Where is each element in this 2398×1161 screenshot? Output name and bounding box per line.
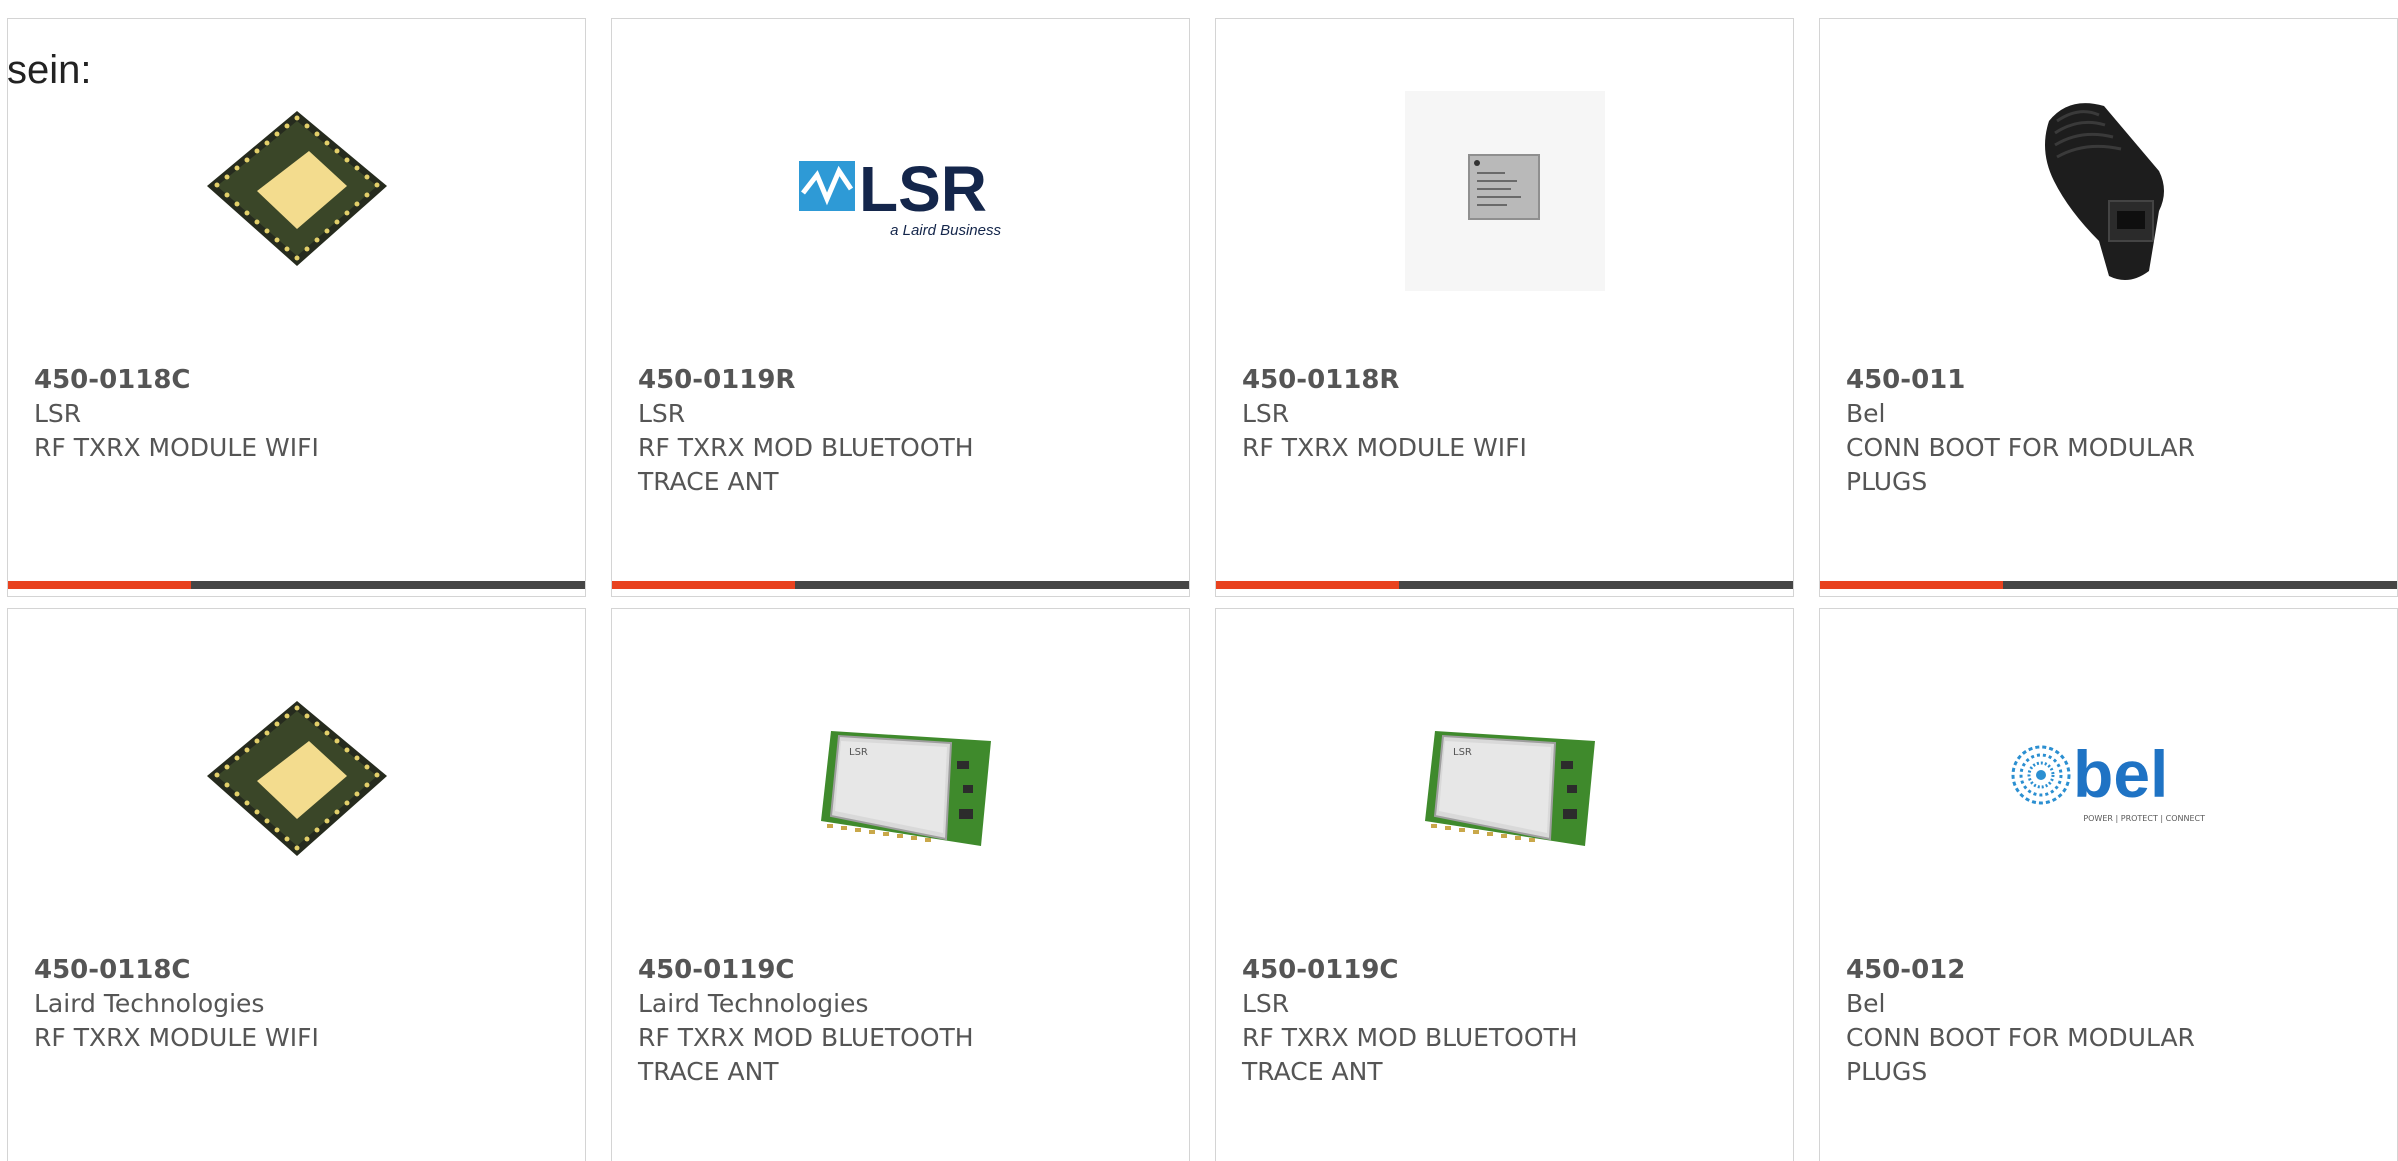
manufacturer: Laird Technologies	[638, 989, 869, 1018]
logo-subtext: POWER | PROTECT | CONNECT	[2083, 814, 2205, 823]
description: RF TXRX MOD BLUETOOTH TRACE ANT	[638, 1023, 974, 1086]
card-accent-bar	[8, 581, 191, 589]
part-number-link[interactable]: 450-011	[1846, 363, 2266, 397]
product-image[interactable]: LSR a Laird Business	[798, 89, 1003, 293]
product-card[interactable]: 450-0118C Laird Technologies RF TXRX MOD…	[7, 608, 586, 1161]
manufacturer: LSR	[638, 399, 686, 428]
product-card[interactable]: LSR 450-0119C Laird Technologies RF TXRX…	[611, 608, 1190, 1161]
card-accent-bar	[1216, 581, 1399, 589]
logo-text: bel	[2073, 737, 2168, 811]
product-grid-page: sein: 450-0118C LSR RF TXRX MODULE WIFI	[0, 0, 2398, 1161]
logo-subtext: a Laird Business	[890, 222, 1001, 239]
qfn-chip-icon	[206, 701, 387, 856]
product-image[interactable]: LSR	[1402, 679, 1607, 883]
part-number-link[interactable]: 450-0118C	[34, 953, 454, 987]
product-image[interactable]: bel POWER | PROTECT | CONNECT	[2006, 679, 2211, 883]
part-number-link[interactable]: 450-0118C	[34, 363, 454, 397]
description: RF TXRX MODULE WIFI	[34, 1023, 319, 1052]
manufacturer: LSR	[34, 399, 82, 428]
product-card[interactable]: LSR 450-0119C LSR RF TXRX MOD BLUETOOTH …	[1215, 608, 1794, 1161]
module-label: LSR	[1453, 747, 1472, 758]
product-image[interactable]	[194, 679, 399, 883]
card-accent-bar	[612, 581, 795, 589]
manufacturer: LSR	[1242, 399, 1290, 428]
part-number-link[interactable]: 450-0119C	[1242, 953, 1662, 987]
leadin-text: sein:	[7, 48, 92, 92]
bel-logo-icon: bel POWER | PROTECT | CONNECT	[2011, 737, 2205, 823]
part-number-link[interactable]: 450-0118R	[1242, 363, 1662, 397]
manufacturer: Bel	[1846, 989, 1886, 1018]
small-module-icon	[1404, 91, 1605, 291]
product-card[interactable]: bel POWER | PROTECT | CONNECT 450-012 Be…	[1819, 608, 2398, 1161]
card-bottom-bar	[1820, 581, 2397, 589]
description: CONN BOOT FOR MODULAR PLUGS	[1846, 1023, 2195, 1086]
product-card[interactable]: 450-0118C LSR RF TXRX MODULE WIFI	[7, 18, 586, 597]
product-image[interactable]	[2006, 89, 2211, 293]
product-card[interactable]: 450-011 Bel CONN BOOT FOR MODULAR PLUGS	[1819, 18, 2398, 597]
description: RF TXRX MODULE WIFI	[1242, 433, 1527, 462]
pcb-module-icon: LSR	[1424, 731, 1595, 846]
description: RF TXRX MOD BLUETOOTH TRACE ANT	[1242, 1023, 1578, 1086]
module-label: LSR	[849, 747, 868, 758]
card-bottom-bar	[612, 581, 1189, 589]
product-image[interactable]	[194, 89, 399, 293]
qfn-chip-icon	[206, 111, 387, 266]
part-number-link[interactable]: 450-0119R	[638, 363, 1058, 397]
description: CONN BOOT FOR MODULAR PLUGS	[1846, 433, 2195, 496]
pcb-module-icon: LSR	[820, 731, 991, 846]
manufacturer: Bel	[1846, 399, 1886, 428]
description: RF TXRX MOD BLUETOOTH TRACE ANT	[638, 433, 974, 496]
product-card[interactable]: LSR a Laird Business 450-0119R LSR RF TX…	[611, 18, 1190, 597]
card-bottom-bar	[8, 581, 585, 589]
product-card[interactable]: 450-0118R LSR RF TXRX MODULE WIFI	[1215, 18, 1794, 597]
part-number-link[interactable]: 450-0119C	[638, 953, 1058, 987]
manufacturer: LSR	[1242, 989, 1290, 1018]
card-bottom-bar	[1216, 581, 1793, 589]
part-number-link[interactable]: 450-012	[1846, 953, 2266, 987]
logo-text: LSR	[859, 153, 987, 225]
description: RF TXRX MODULE WIFI	[34, 433, 319, 462]
lsr-logo-icon: LSR a Laird Business	[798, 153, 1001, 239]
card-accent-bar	[1820, 581, 2003, 589]
product-image[interactable]	[1402, 89, 1607, 293]
manufacturer: Laird Technologies	[34, 989, 265, 1018]
product-image[interactable]: LSR	[798, 679, 1003, 883]
modular-plug-boot-icon	[2044, 103, 2164, 280]
